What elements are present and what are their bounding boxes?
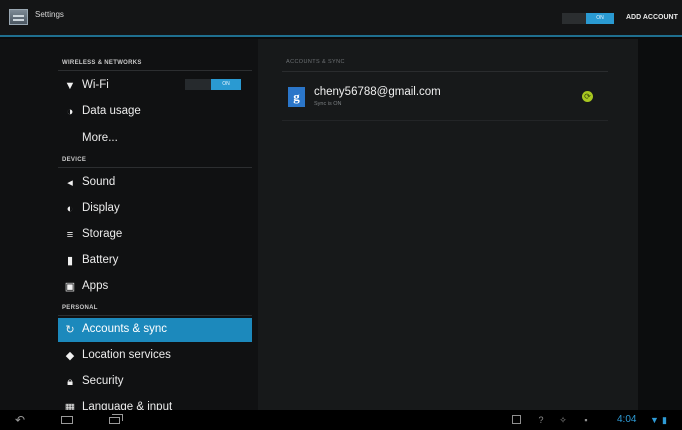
status-clock: 4:04	[617, 414, 637, 425]
settings-list: WIRELESS & NETWORKS ▼ Wi-Fi ON ◑ Data us…	[0, 39, 258, 410]
add-account-button[interactable]: ADD ACCOUNT	[626, 14, 682, 21]
sync-icon: ↻	[65, 324, 75, 336]
sidebar-item-label: Security	[82, 375, 124, 387]
accounts-section-header: ACCOUNTS & SYNC	[286, 59, 345, 65]
google-icon: g	[288, 87, 305, 107]
actionbar-toggle-knob: ON	[586, 13, 614, 24]
system-bar: ↶ ? ✧ ▪ 4:04 ▼ ▮	[0, 410, 682, 430]
battery-status-icon: ▮	[662, 415, 667, 425]
sidebar-item-more[interactable]: More...	[58, 127, 252, 151]
section-divider	[58, 167, 252, 168]
section-header-device: DEVICE	[62, 157, 87, 163]
sidebar-item-label: Display	[82, 202, 120, 214]
sidebar-item-label: Battery	[82, 254, 119, 266]
screenshot-icon	[512, 415, 521, 424]
sidebar-item-sound[interactable]: ◂ Sound	[58, 171, 252, 195]
battery-icon: ▮	[66, 255, 74, 267]
sidebar-item-label: Storage	[82, 228, 123, 240]
location-icon: ◆	[65, 350, 75, 362]
sidebar-item-label: Apps	[82, 280, 109, 292]
language-icon: ▦	[64, 402, 76, 410]
sidebar-item-location[interactable]: ◆ Location services	[58, 344, 252, 368]
actionbar-toggle[interactable]: ON	[562, 13, 614, 24]
sync-status-icon: ⟳	[582, 91, 593, 102]
sidebar-item-label: Data usage	[82, 105, 141, 117]
account-sync-status: Sync is ON	[314, 101, 342, 107]
sidebar-item-label: Wi-Fi	[82, 79, 109, 91]
account-divider	[282, 120, 608, 121]
sidebar-item-language[interactable]: ▦ Language & input	[58, 396, 252, 410]
action-bar: Settings ON ADD ACCOUNT	[0, 0, 682, 37]
sidebar-item-label: Location services	[82, 349, 171, 361]
storage-icon: ≡	[66, 229, 74, 241]
lock-icon: 🔒︎	[67, 376, 73, 388]
back-icon[interactable]: ↶	[8, 413, 32, 427]
sidebar-item-accounts-sync[interactable]: ↻ Accounts & sync	[58, 318, 252, 342]
sidebar-item-data-usage[interactable]: ◑ Data usage	[58, 100, 252, 124]
right-margin	[638, 39, 682, 410]
sidebar-item-storage[interactable]: ≡ Storage	[58, 223, 252, 247]
recent-apps-icon[interactable]	[103, 413, 127, 427]
android-icon: ▪	[584, 415, 588, 425]
sidebar-item-label: More...	[82, 132, 118, 144]
apps-icon: ▣	[64, 281, 76, 293]
help-icon: ?	[538, 415, 544, 425]
app-title: Settings	[35, 10, 64, 19]
sidebar-item-label: Language & input	[82, 401, 173, 410]
data-usage-icon: ◑	[66, 106, 74, 118]
home-icon[interactable]	[55, 413, 79, 427]
sound-icon: ◂	[67, 177, 73, 189]
settings-app-icon[interactable]	[9, 9, 28, 25]
section-divider	[58, 70, 252, 71]
sidebar-item-display[interactable]: ◐ Display	[58, 197, 252, 221]
accounts-pane: ACCOUNTS & SYNC g cheny56788@gmail.com S…	[258, 39, 638, 410]
usb-icon: ✧	[559, 415, 567, 425]
section-header-wireless: WIRELESS & NETWORKS	[62, 60, 142, 66]
wifi-toggle[interactable]: ON	[185, 79, 241, 90]
section-divider	[58, 315, 252, 316]
sidebar-item-label: Sound	[82, 176, 116, 188]
accounts-divider	[282, 71, 608, 72]
sidebar-item-battery[interactable]: ▮ Battery	[58, 249, 252, 273]
display-icon: ◐	[66, 203, 74, 215]
sidebar-item-apps[interactable]: ▣ Apps	[58, 275, 252, 299]
wifi-signal-icon: ▼	[650, 415, 659, 425]
account-row[interactable]: g cheny56788@gmail.com Sync is ON ⟳	[282, 83, 608, 119]
sidebar-item-wifi[interactable]: ▼ Wi-Fi ON	[58, 74, 252, 98]
section-header-personal: PERSONAL	[62, 305, 98, 311]
sidebar-item-label: Accounts & sync	[82, 323, 168, 335]
wifi-icon: ▼	[64, 80, 76, 92]
wifi-toggle-knob: ON	[211, 79, 241, 90]
sidebar-item-security[interactable]: 🔒︎ Security	[58, 370, 252, 394]
account-email: cheny56788@gmail.com	[314, 86, 441, 98]
